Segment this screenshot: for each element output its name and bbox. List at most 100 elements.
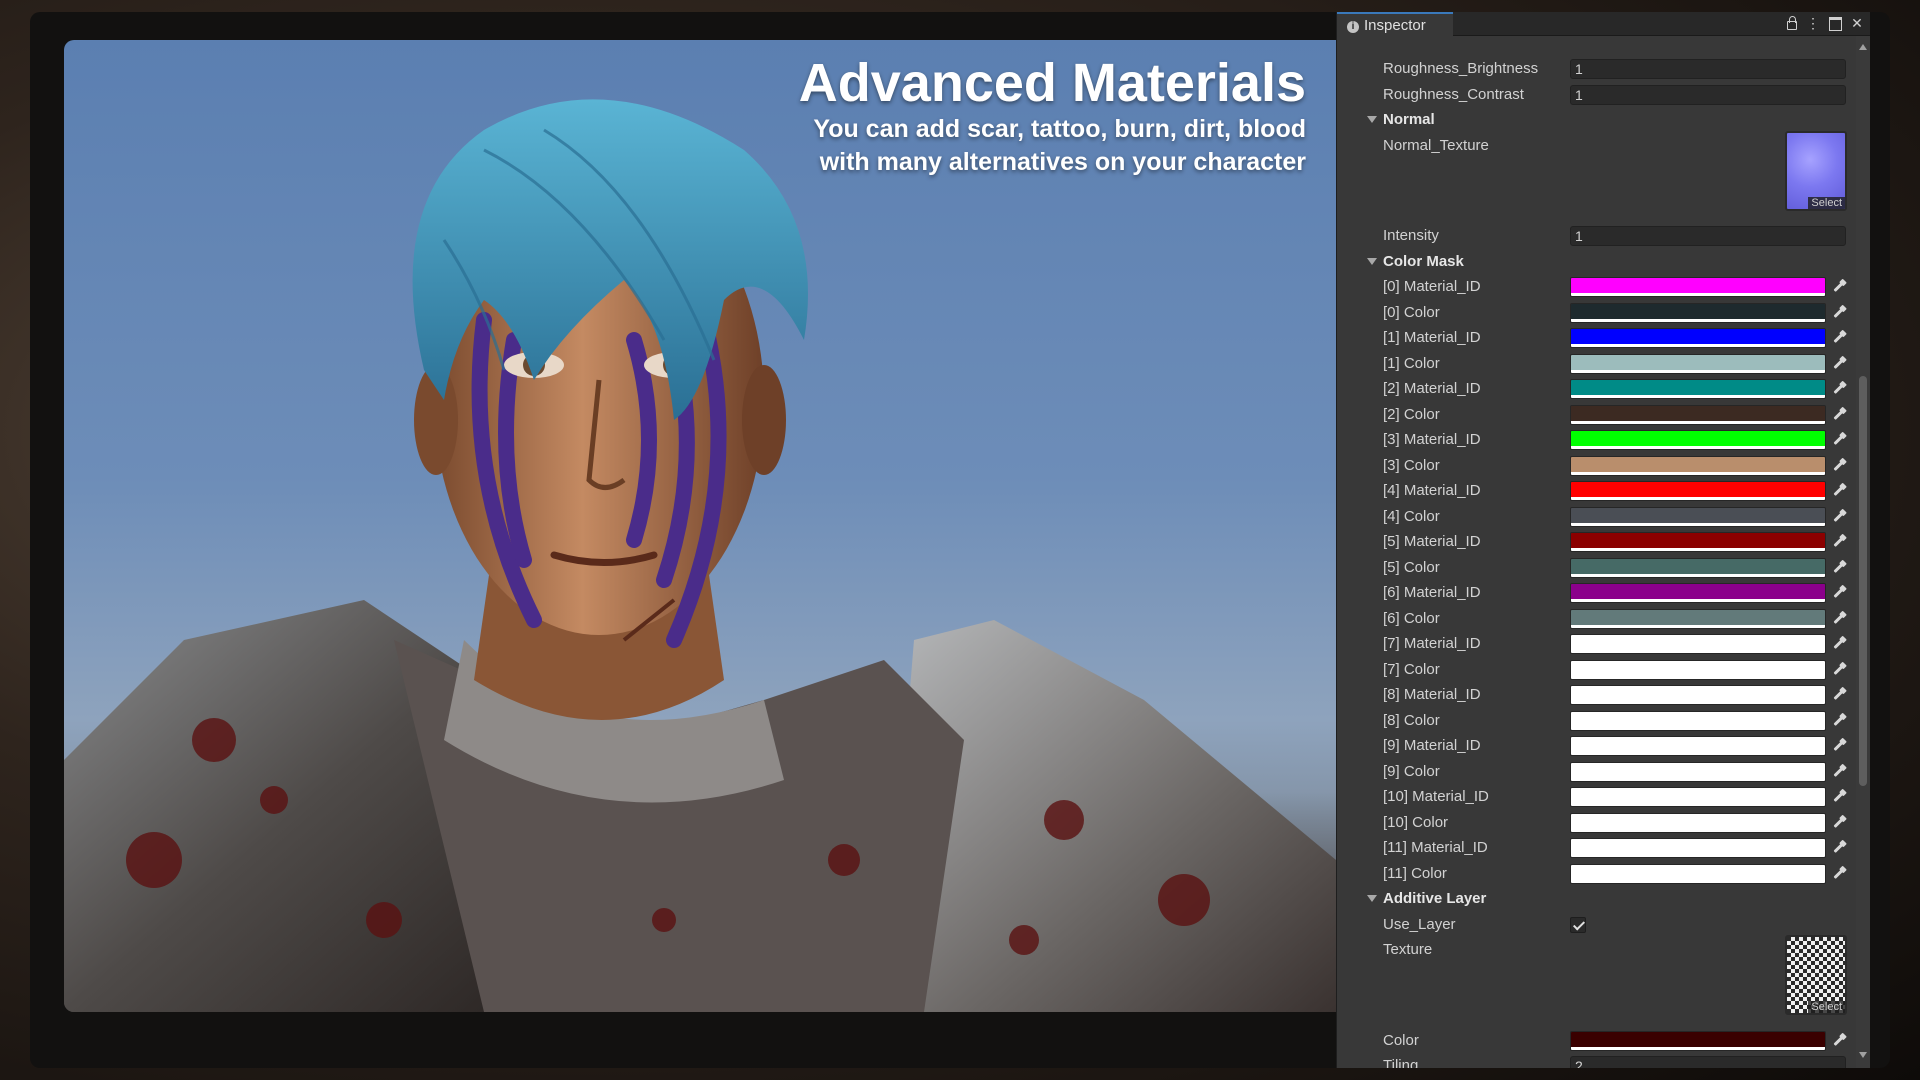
property-label: [3] Material_ID bbox=[1383, 431, 1481, 448]
alpha-bar bbox=[1571, 471, 1825, 475]
lock-icon[interactable] bbox=[1784, 15, 1798, 31]
scrollbar-thumb[interactable] bbox=[1859, 376, 1867, 786]
color-swatch-11-color[interactable] bbox=[1570, 863, 1826, 884]
property-label: Roughness_Brightness bbox=[1383, 60, 1539, 77]
eyedropper-icon[interactable] bbox=[1832, 561, 1846, 575]
eyedropper-icon[interactable] bbox=[1832, 535, 1846, 549]
color-swatch-2-color[interactable] bbox=[1570, 404, 1826, 425]
eyedropper-icon[interactable] bbox=[1832, 867, 1846, 881]
eyedropper-icon[interactable] bbox=[1832, 382, 1846, 396]
color-swatch-0-material-id[interactable] bbox=[1570, 277, 1826, 297]
color-swatch-10-color[interactable] bbox=[1570, 812, 1826, 833]
color-fill bbox=[1571, 380, 1825, 396]
color-swatch-3-color[interactable] bbox=[1570, 455, 1826, 476]
color-swatch-5-color[interactable] bbox=[1570, 557, 1826, 578]
alpha-bar bbox=[1571, 369, 1825, 373]
scroll-down-arrow-icon[interactable] bbox=[1859, 1052, 1867, 1058]
color-swatch-11-material-id[interactable] bbox=[1570, 838, 1826, 858]
color-swatch-1-material-id[interactable] bbox=[1570, 328, 1826, 348]
property-row-5-color: [5] Color bbox=[1337, 555, 1857, 580]
property-label: Normal_Texture bbox=[1383, 136, 1489, 154]
texture-select-button[interactable]: Select bbox=[1808, 1001, 1845, 1013]
eyedropper-icon[interactable] bbox=[1832, 637, 1846, 651]
eyedropper-icon[interactable] bbox=[1832, 714, 1846, 728]
color-swatch-3-material-id[interactable] bbox=[1570, 430, 1826, 450]
alpha-bar bbox=[1571, 599, 1825, 602]
color-swatch-2-material-id[interactable] bbox=[1570, 379, 1826, 399]
color-swatch-7-material-id[interactable] bbox=[1570, 634, 1826, 654]
property-row-additive-layer[interactable]: Additive Layer bbox=[1337, 886, 1857, 911]
eyedropper-icon[interactable] bbox=[1832, 484, 1846, 498]
eyedropper-icon[interactable] bbox=[1832, 331, 1846, 345]
color-swatch-8-material-id[interactable] bbox=[1570, 685, 1826, 705]
color-swatch-9-color[interactable] bbox=[1570, 761, 1826, 782]
color-swatch-6-color[interactable] bbox=[1570, 608, 1826, 629]
eyedropper-icon[interactable] bbox=[1832, 612, 1846, 626]
scene-viewport[interactable]: Advanced Materials You can add scar, tat… bbox=[64, 40, 1336, 1012]
eyedropper-icon[interactable] bbox=[1832, 459, 1846, 473]
color-swatch-7-color[interactable] bbox=[1570, 659, 1826, 680]
property-row-texture: Texture Select bbox=[1337, 935, 1857, 1015]
eyedropper-icon[interactable] bbox=[1832, 510, 1846, 524]
alpha-bar bbox=[1571, 624, 1825, 628]
color-swatch-1-color[interactable] bbox=[1570, 353, 1826, 374]
alpha-bar bbox=[1571, 650, 1825, 653]
foldout-arrow-icon[interactable] bbox=[1367, 257, 1377, 265]
property-label: [0] Color bbox=[1383, 303, 1440, 321]
property-label: [4] Color bbox=[1383, 507, 1440, 525]
eyedropper-icon[interactable] bbox=[1832, 688, 1846, 702]
texture-slot-normal-texture[interactable]: Select bbox=[1785, 130, 1847, 211]
eyedropper-icon[interactable] bbox=[1832, 306, 1846, 320]
alpha-bar bbox=[1571, 293, 1825, 296]
color-fill bbox=[1571, 303, 1825, 320]
foldout-arrow-icon[interactable] bbox=[1367, 895, 1377, 902]
eyedropper-icon[interactable] bbox=[1832, 739, 1846, 753]
color-fill bbox=[1571, 609, 1825, 626]
property-label: [11] Color bbox=[1383, 864, 1447, 882]
property-row-0-material-id: [0] Material_ID bbox=[1337, 274, 1857, 299]
color-swatch-10-material-id[interactable] bbox=[1570, 787, 1826, 807]
inspector-scrollbar[interactable] bbox=[1856, 36, 1870, 1068]
color-swatch-4-material-id[interactable] bbox=[1570, 481, 1826, 501]
color-swatch-6-material-id[interactable] bbox=[1570, 583, 1826, 603]
color-swatch-8-color[interactable] bbox=[1570, 710, 1826, 731]
number-field-intensity[interactable]: 1 bbox=[1570, 226, 1846, 246]
property-row-roughness-brightness: Roughness_Brightness 1 bbox=[1337, 56, 1857, 81]
texture-slot-texture[interactable]: Select bbox=[1785, 935, 1847, 1015]
property-label: [9] Material_ID bbox=[1383, 737, 1481, 754]
number-field-tiling[interactable]: 2 bbox=[1570, 1056, 1846, 1068]
eyedropper-icon[interactable] bbox=[1832, 816, 1846, 830]
eyedropper-icon[interactable] bbox=[1832, 765, 1846, 779]
color-swatch-color[interactable] bbox=[1570, 1030, 1826, 1051]
property-label: Color bbox=[1383, 1031, 1419, 1049]
eyedropper-icon[interactable] bbox=[1832, 586, 1846, 600]
property-label: [11] Material_ID bbox=[1383, 839, 1488, 856]
eyedropper-icon[interactable] bbox=[1832, 433, 1846, 447]
maximize-icon[interactable] bbox=[1828, 15, 1842, 31]
number-field-roughness-contrast[interactable]: 1 bbox=[1570, 84, 1846, 105]
tab-inspector[interactable]: i Inspector bbox=[1337, 12, 1453, 36]
color-swatch-4-color[interactable] bbox=[1570, 506, 1826, 527]
color-swatch-0-color[interactable] bbox=[1570, 302, 1826, 323]
color-swatch-9-material-id[interactable] bbox=[1570, 736, 1826, 756]
texture-select-button[interactable]: Select bbox=[1808, 196, 1845, 209]
number-field-roughness-brightness[interactable]: 1 bbox=[1570, 59, 1846, 79]
foldout-arrow-icon[interactable] bbox=[1367, 116, 1377, 123]
scroll-up-arrow-icon[interactable] bbox=[1859, 44, 1867, 50]
eyedropper-icon[interactable] bbox=[1832, 663, 1846, 677]
eyedropper-icon[interactable] bbox=[1832, 357, 1846, 371]
eyedropper-icon[interactable] bbox=[1832, 790, 1846, 804]
eyedropper-icon[interactable] bbox=[1832, 408, 1846, 422]
alpha-bar bbox=[1571, 497, 1825, 500]
property-row-color-mask[interactable]: Color Mask bbox=[1337, 249, 1857, 274]
close-icon[interactable]: ✕ bbox=[1850, 15, 1864, 31]
property-row-normal[interactable]: Normal bbox=[1337, 107, 1857, 132]
eyedropper-icon[interactable] bbox=[1832, 1034, 1846, 1048]
eyedropper-icon[interactable] bbox=[1832, 841, 1846, 855]
kebab-menu-icon[interactable]: ⋮ bbox=[1806, 15, 1820, 31]
tab-window-controls: ⋮ ✕ bbox=[1784, 15, 1864, 31]
use-layer-checkbox[interactable] bbox=[1570, 916, 1586, 933]
color-swatch-5-material-id[interactable] bbox=[1570, 532, 1826, 552]
eyedropper-icon[interactable] bbox=[1832, 280, 1846, 294]
property-label: Normal bbox=[1383, 111, 1435, 128]
